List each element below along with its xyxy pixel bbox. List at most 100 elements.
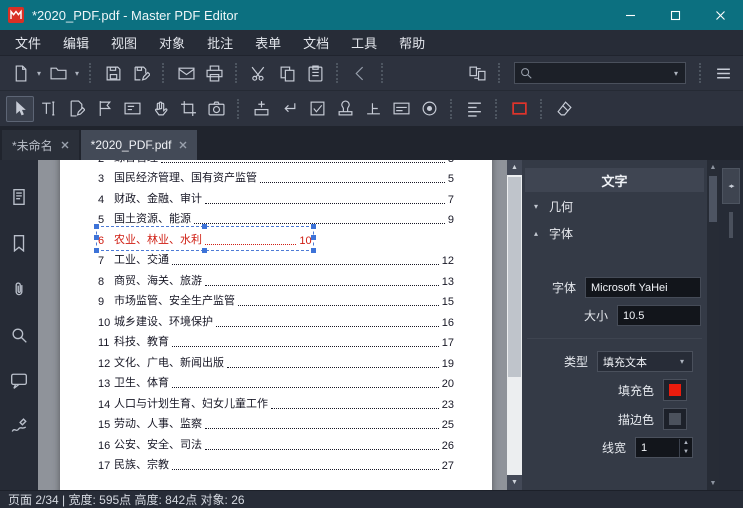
swap-pages-button[interactable]: [463, 60, 491, 86]
paste-button[interactable]: [301, 60, 329, 86]
menu-item-2[interactable]: 视图: [100, 29, 148, 56]
line-width-spinner[interactable]: 1 ▲ ▼: [635, 437, 693, 458]
panel-collapse-button[interactable]: ◂▸: [722, 168, 740, 204]
menu-item-7[interactable]: 工具: [340, 29, 388, 56]
search-input[interactable]: [533, 66, 671, 80]
indent-tool-button[interactable]: [275, 96, 303, 122]
selection-handle[interactable]: [310, 224, 316, 229]
toc-row[interactable]: 5 国土资源、能源 9: [98, 208, 454, 229]
pdf-page[interactable]: 2综合管理 3 3 国民经济管理、国有资产监管 5 4 财政、金融、审计 7 5 国土资源、能源 9…: [60, 160, 492, 490]
close-button[interactable]: [698, 0, 743, 30]
menu-item-0[interactable]: 文件: [4, 29, 52, 56]
open-caret[interactable]: ▾: [72, 69, 82, 78]
edit-object-tool-button[interactable]: [62, 96, 90, 122]
toc-row[interactable]: 9 市场监管、安全生产监管 15: [98, 290, 454, 311]
panel-scrollbar[interactable]: ▲ ▼: [707, 160, 719, 490]
tab-untitled[interactable]: *未命名: [2, 130, 79, 160]
tab-2020-pdf[interactable]: *2020_PDF.pdf: [80, 130, 198, 160]
print-button[interactable]: [200, 60, 228, 86]
menu-item-5[interactable]: 表单: [244, 29, 292, 56]
text-type-dropdown[interactable]: 填充文本 ▾: [597, 351, 693, 372]
bookmarks-button[interactable]: [4, 228, 34, 258]
scroll-down-icon[interactable]: ▼: [507, 475, 522, 490]
toc-row[interactable]: 7 工业、交通 12: [98, 249, 454, 270]
toolbar-menu-button[interactable]: [709, 60, 737, 86]
signature-button[interactable]: [4, 412, 34, 442]
undo-button[interactable]: [346, 60, 374, 86]
menu-item-3[interactable]: 对象: [148, 29, 196, 56]
copy-button[interactable]: [273, 60, 301, 86]
perpendicular-tool-button[interactable]: [359, 96, 387, 122]
toc-row[interactable]: 15 劳动、人事、监察 25: [98, 413, 454, 434]
spin-down-icon[interactable]: ▼: [680, 448, 692, 457]
scroll-up-icon[interactable]: ▲: [507, 160, 522, 175]
selection-handle[interactable]: [94, 235, 99, 241]
save-button[interactable]: [99, 60, 127, 86]
select-tool-button[interactable]: [6, 95, 34, 122]
font-size-field[interactable]: 10.5: [617, 305, 701, 326]
comments-button[interactable]: [4, 366, 34, 396]
search-options-caret[interactable]: ▾: [671, 69, 681, 78]
hand-tool-button[interactable]: [146, 96, 174, 122]
selection-handle[interactable]: [310, 247, 316, 253]
toc-row[interactable]: 8 商贸、海关、旅游 13: [98, 269, 454, 290]
text-select-tool-button[interactable]: [90, 96, 118, 122]
tab-close-icon[interactable]: [179, 141, 187, 149]
toc-row[interactable]: 11 科技、教育 17: [98, 331, 454, 352]
panel-scrollbar-thumb[interactable]: [709, 176, 717, 222]
new-document-button[interactable]: [6, 60, 34, 86]
add-widget-tool-button[interactable]: [247, 96, 275, 122]
checkbox-tool-button[interactable]: [303, 96, 331, 122]
fill-color-swatch[interactable]: [663, 379, 687, 401]
toc-row-selected[interactable]: 6 农业、林业、水利 10: [94, 224, 316, 253]
scrollbar-thumb[interactable]: [508, 177, 521, 377]
selection-handle[interactable]: [310, 235, 316, 241]
panel-scrollbar-track[interactable]: [707, 174, 719, 476]
document-viewport[interactable]: 2综合管理 3 3 国民经济管理、国有资产监管 5 4 财政、金融、审计 7 5 国土资源、能源 9…: [38, 160, 522, 490]
tab-close-icon[interactable]: [61, 141, 69, 149]
menu-item-8[interactable]: 帮助: [388, 29, 436, 56]
page-thumbnails-button[interactable]: [4, 182, 34, 212]
font-name-field[interactable]: Microsoft YaHei: [585, 277, 701, 298]
panel-edge-handle[interactable]: [729, 212, 733, 238]
eraser-tool-button[interactable]: [550, 96, 578, 122]
section-font[interactable]: ▴ 字体: [522, 219, 707, 246]
toc-row[interactable]: 12 文化、广电、新闻出版 19: [98, 351, 454, 372]
section-geometry[interactable]: ▾ 几何: [522, 192, 707, 219]
toc-row[interactable]: 4 财政、金融、审计 7: [98, 187, 454, 208]
toc-row[interactable]: 14 人口与计划生育、妇女儿童工作 23: [98, 392, 454, 413]
menu-item-6[interactable]: 文档: [292, 29, 340, 56]
toc-row[interactable]: 16 公安、安全、司法 26: [98, 433, 454, 454]
minimize-button[interactable]: [608, 0, 653, 30]
new-document-caret[interactable]: ▾: [34, 69, 44, 78]
save-as-button[interactable]: [127, 60, 155, 86]
scrollbar-track[interactable]: [507, 175, 522, 475]
align-tool-button[interactable]: [460, 96, 488, 122]
stamp-tool-button[interactable]: [331, 96, 359, 122]
text-field-tool-button[interactable]: [387, 96, 415, 122]
cut-button[interactable]: [245, 60, 273, 86]
menu-item-4[interactable]: 批注: [196, 29, 244, 56]
selection-handle[interactable]: [201, 224, 207, 229]
document-scrollbar[interactable]: ▲ ▼: [507, 160, 522, 490]
scroll-down-icon[interactable]: ▼: [710, 476, 717, 490]
toc-row[interactable]: 17 民族、宗教 27: [98, 454, 454, 475]
toc-row[interactable]: 10 城乡建设、环境保护 16: [98, 310, 454, 331]
selection-handle[interactable]: [201, 247, 207, 253]
maximize-button[interactable]: [653, 0, 698, 30]
toc-row[interactable]: 13 卫生、体育 20: [98, 372, 454, 393]
stroke-color-swatch[interactable]: [663, 408, 687, 430]
search-panel-button[interactable]: [4, 320, 34, 350]
snapshot-tool-button[interactable]: [202, 96, 230, 122]
toc-row[interactable]: 3 国民经济管理、国有资产监管 5: [98, 167, 454, 188]
form-fields-tool-button[interactable]: [118, 96, 146, 122]
menu-item-1[interactable]: 编辑: [52, 29, 100, 56]
selection-handle[interactable]: [94, 247, 99, 253]
email-button[interactable]: [172, 60, 200, 86]
crop-tool-button[interactable]: [174, 96, 202, 122]
radio-button-tool-button[interactable]: [415, 96, 443, 122]
scroll-up-icon[interactable]: ▲: [710, 160, 717, 174]
selection-handle[interactable]: [94, 224, 99, 229]
open-button[interactable]: [44, 60, 72, 86]
edit-text-tool-button[interactable]: [34, 96, 62, 122]
